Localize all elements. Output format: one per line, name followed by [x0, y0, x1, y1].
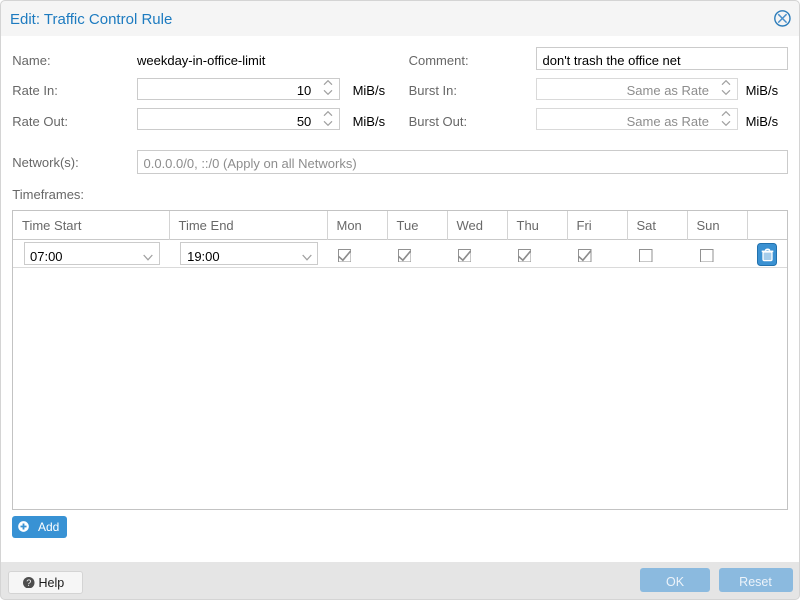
svg-text:?: ? [27, 577, 32, 587]
